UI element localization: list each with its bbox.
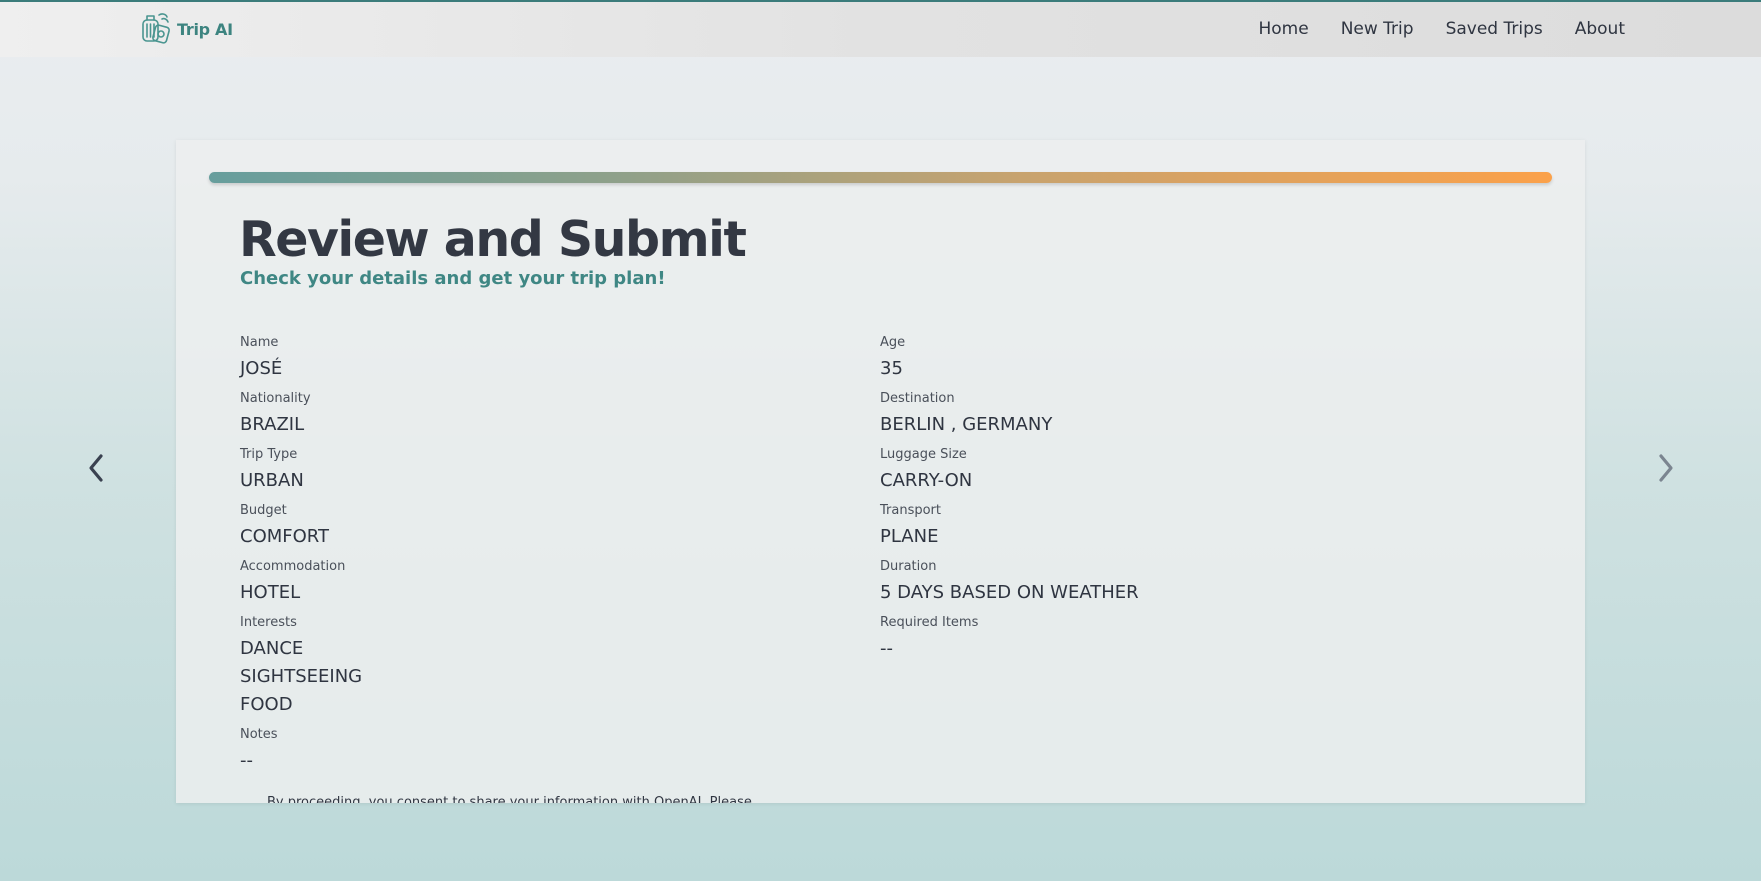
page-title: Review and Submit bbox=[239, 211, 747, 268]
field-value: COMFORT bbox=[240, 526, 329, 547]
field-value: URBAN bbox=[240, 470, 304, 491]
field-destination: Destination BERLIN , GERMANY bbox=[880, 391, 1052, 439]
nav-about[interactable]: About bbox=[1575, 19, 1625, 39]
nav-saved-trips[interactable]: Saved Trips bbox=[1446, 19, 1543, 39]
field-label: Luggage Size bbox=[880, 447, 967, 462]
field-transport: Transport PLANE bbox=[880, 503, 941, 551]
brand-name: Trip AI bbox=[177, 19, 233, 39]
field-required-items: Required Items -- bbox=[880, 615, 978, 663]
field-value: PLANE bbox=[880, 526, 939, 547]
field-label: Transport bbox=[880, 503, 942, 518]
field-nationality: Nationality BRAZIL bbox=[240, 391, 311, 439]
field-label: Trip Type bbox=[240, 447, 298, 462]
review-card: Review and Submit Check your details and… bbox=[176, 140, 1585, 803]
nav-new-trip[interactable]: New Trip bbox=[1341, 19, 1414, 39]
field-value: 35 bbox=[880, 358, 903, 379]
interest-item: FOOD bbox=[240, 694, 293, 715]
field-label: Budget bbox=[240, 503, 287, 518]
field-value: 5 DAYS BASED ON WEATHER bbox=[880, 582, 1139, 603]
field-duration: Duration 5 DAYS BASED ON WEATHER bbox=[880, 559, 1139, 607]
interest-item: SIGHTSEEING bbox=[240, 666, 363, 687]
field-label: Name bbox=[240, 335, 279, 350]
field-luggage-size: Luggage Size CARRY-ON bbox=[880, 447, 972, 495]
field-value: CARRY-ON bbox=[880, 470, 973, 491]
page-subtitle: Check your details and get your trip pla… bbox=[240, 268, 666, 289]
field-label: Accommodation bbox=[240, 559, 346, 574]
field-label: Notes bbox=[240, 727, 278, 742]
interest-item: DANCE bbox=[240, 638, 304, 659]
field-label: Nationality bbox=[240, 391, 311, 406]
field-value: -- bbox=[240, 750, 253, 771]
chevron-left-icon bbox=[89, 454, 103, 482]
field-value: BERLIN , GERMANY bbox=[880, 414, 1053, 435]
field-value: JOSÉ bbox=[240, 358, 283, 379]
field-value: -- bbox=[880, 638, 893, 659]
field-label: Required Items bbox=[880, 615, 979, 630]
progress-bar bbox=[209, 172, 1552, 183]
prev-step-button[interactable] bbox=[84, 450, 108, 486]
navbar: Trip AI Home New Trip Saved Trips About bbox=[0, 2, 1761, 57]
trip-ai-logo-icon bbox=[142, 13, 170, 44]
field-accommodation: Accommodation HOTEL bbox=[240, 559, 345, 607]
consent-text: By proceeding, you consent to share your… bbox=[267, 795, 752, 803]
field-budget: Budget COMFORT bbox=[240, 503, 329, 551]
brand-logo[interactable]: Trip AI bbox=[137, 11, 233, 47]
field-value: BRAZIL bbox=[240, 414, 305, 435]
field-label: Destination bbox=[880, 391, 955, 406]
field-label: Duration bbox=[880, 559, 937, 574]
next-step-button[interactable] bbox=[1654, 450, 1678, 486]
field-label: Age bbox=[880, 335, 906, 350]
nav-links: Home New Trip Saved Trips About bbox=[1258, 19, 1625, 39]
nav-home[interactable]: Home bbox=[1258, 19, 1308, 39]
field-name: Name JOSÉ bbox=[240, 335, 282, 383]
field-interests: Interests DANCE SIGHTSEEING FOOD bbox=[240, 615, 362, 719]
chevron-right-icon bbox=[1659, 454, 1673, 482]
field-notes: Notes -- bbox=[240, 727, 278, 775]
field-age: Age 35 bbox=[880, 335, 905, 383]
field-value: HOTEL bbox=[240, 582, 301, 603]
field-label: Interests bbox=[240, 615, 297, 630]
field-trip-type: Trip Type URBAN bbox=[240, 447, 304, 495]
